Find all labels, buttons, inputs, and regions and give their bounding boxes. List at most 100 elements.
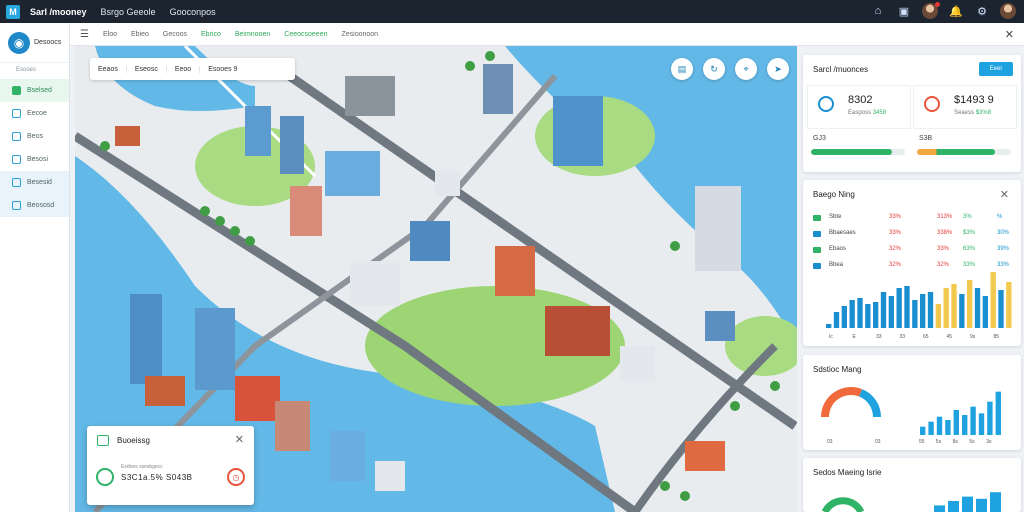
subbar-item[interactable]: Ceeocsoeeen <box>284 31 327 38</box>
nav-icon <box>12 201 21 210</box>
top-menu-item-1[interactable]: Bsrgo Geeole <box>101 7 156 17</box>
sidebar-item[interactable]: Besosi <box>0 148 69 171</box>
brand-label: Desoocs <box>34 39 62 46</box>
bar <box>967 280 973 328</box>
kpi-value: 8302 <box>848 94 873 106</box>
nav-icon <box>12 178 21 187</box>
map-toolbar-item[interactable]: Esooes 9 <box>200 66 245 73</box>
secondary-toolbar: ☰ Eloo Ebieo Gecoos Ebrico Beimnooen Cee… <box>70 23 1024 46</box>
bar <box>962 496 973 512</box>
notification-avatar[interactable] <box>922 2 940 19</box>
map-toolbar: Eeaos Eseosc Eeoo Esooes 9 <box>90 58 295 80</box>
donut-slice <box>858 389 881 418</box>
bar <box>962 415 968 435</box>
subbar-item[interactable]: Gecoos <box>163 31 187 38</box>
window-icon[interactable]: ▣ <box>896 3 912 19</box>
map-toolbar-item[interactable]: Eeoo <box>167 65 201 73</box>
sidebar-brand[interactable]: ◉ Desoocs <box>0 23 69 63</box>
sidebar-item-label: Eecoe <box>27 110 47 117</box>
bar <box>951 284 957 328</box>
tick-label: 33 <box>876 334 882 340</box>
donut-label: 03 <box>875 439 881 445</box>
panel-title: Sarcl /muonces <box>813 65 869 74</box>
kpi-card: 8302 Easposs 3458 <box>807 85 911 129</box>
menu-icon[interactable]: ☰ <box>80 29 89 40</box>
sidebar-item-label: Bselsed <box>27 87 52 94</box>
tick-label: E <box>853 334 857 340</box>
bar <box>959 294 965 328</box>
sidebar-item[interactable]: Besesid <box>0 171 69 194</box>
tick-label: 45 <box>947 334 953 340</box>
subbar-item[interactable]: Ebrico <box>201 31 221 38</box>
tick-label: 5s <box>936 439 942 445</box>
progress-label: S3B <box>919 135 933 142</box>
refresh-icon[interactable]: ↻ <box>703 58 725 80</box>
layers-icon[interactable]: ▤ <box>671 58 693 80</box>
home-icon[interactable]: ⌂ <box>870 3 886 19</box>
bar <box>920 426 926 435</box>
sidebar-item[interactable]: Bselsed <box>0 79 69 102</box>
close-icon[interactable]: ✕ <box>1005 28 1014 41</box>
bar <box>927 292 934 328</box>
bar <box>970 406 976 435</box>
subbar-item[interactable]: Beimnooen <box>235 31 270 38</box>
sidebar-item[interactable]: Beos <box>0 125 69 148</box>
subbar-item[interactable]: Eloo <box>103 31 117 38</box>
bar <box>849 300 855 328</box>
progress-fill <box>811 149 892 155</box>
bar <box>998 290 1004 328</box>
bell-icon[interactable]: 🔔 <box>948 3 964 19</box>
bar <box>912 300 918 328</box>
close-icon[interactable]: ✕ <box>235 433 244 446</box>
nav-icon <box>12 86 21 95</box>
progress-bar <box>811 149 905 155</box>
sidebar: ◉ Desoocs Esooes Bselsed Eecoe Beos Beso… <box>0 23 70 512</box>
sidebar-item[interactable]: Beososd <box>0 194 69 217</box>
progress-label: GJ3 <box>813 135 826 142</box>
bar-chart <box>821 492 1001 512</box>
bar <box>935 304 941 328</box>
tick-label: 5s <box>969 439 975 445</box>
clock-icon <box>924 96 940 112</box>
panel-action-button[interactable]: Eeer <box>979 62 1013 76</box>
subbar-item[interactable]: Zesioonoon <box>341 31 378 38</box>
bar <box>928 421 934 435</box>
bar <box>833 312 840 328</box>
locate-icon[interactable]: ➤ <box>767 58 789 80</box>
app-logo-icon: M <box>6 4 20 19</box>
trend-panel: Sedos Maeing Isrie <box>803 458 1021 512</box>
map-toolbar-item[interactable]: Eseosc <box>127 65 167 73</box>
tick-label: 8s <box>953 439 959 445</box>
sidebar-item[interactable]: Eecoe <box>0 102 69 125</box>
subbar-item[interactable]: Ebieo <box>131 31 149 38</box>
map-toolbar-item[interactable]: Eeaos <box>90 65 127 73</box>
bar <box>888 296 894 328</box>
bar <box>880 292 887 328</box>
alert-icon[interactable]: ◷ <box>227 468 245 486</box>
nav-icon <box>12 155 21 164</box>
donut-label: 03 <box>827 439 833 445</box>
bar <box>982 296 988 328</box>
top-menu-item-2[interactable]: Gooconpos <box>170 7 216 17</box>
nav-icon <box>12 132 21 141</box>
tick-label: Ic <box>829 334 833 340</box>
bar <box>943 288 949 328</box>
bar <box>953 410 959 435</box>
kpi-panel: Sarcl /muonces Eeer 8302 Easposs 3458 $1… <box>803 55 1021 172</box>
bar <box>990 272 996 328</box>
kpi-card: $1493 9 Seaess $3%8 <box>913 85 1017 129</box>
settings-icon[interactable]: ⚙ <box>974 3 990 19</box>
kpi-value: $1493 9 <box>954 94 994 106</box>
pin-icon[interactable]: ⌖ <box>735 58 757 80</box>
sidebar-item-label: Beososd <box>27 202 55 209</box>
popup-caption: Esdoes ssesbgecc <box>121 464 163 470</box>
nav-icon <box>12 109 21 118</box>
map-controls: ▤ ↻ ⌖ ➤ <box>671 58 789 80</box>
bar <box>826 324 832 328</box>
distribution-panel: Sdstioc Mang 03 03 55 5s 8s 5s 3s <box>803 355 1021 450</box>
sidebar-item-label: Besesid <box>27 179 52 186</box>
donut-slice <box>821 497 865 512</box>
user-avatar[interactable] <box>1000 3 1016 19</box>
bar <box>841 306 847 328</box>
compass-icon <box>818 96 834 112</box>
